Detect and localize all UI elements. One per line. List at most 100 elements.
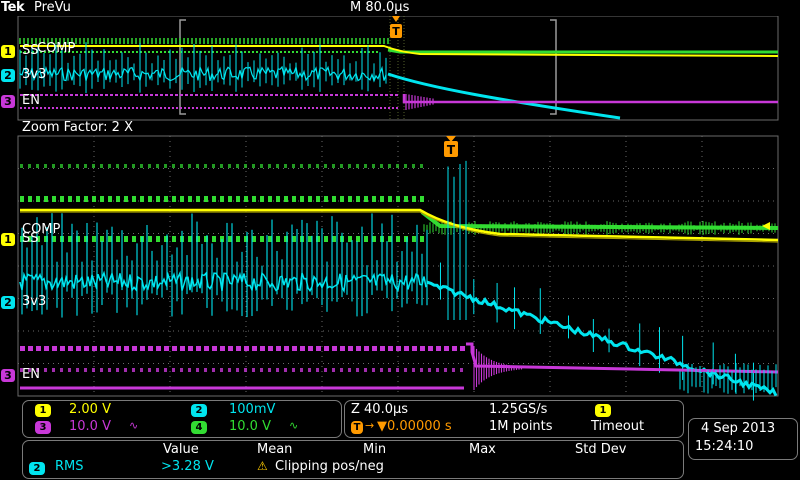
- zoom-comp-pulse-low: [132, 236, 136, 242]
- zoom-comp-pulse-top: [68, 164, 71, 168]
- zoom-en-pulse: [244, 346, 249, 351]
- zoom-comp-pulse: [116, 196, 120, 202]
- zoom-en-pulse: [60, 346, 65, 351]
- zoom-en-pulse: [196, 346, 201, 351]
- zoom-en-pulse: [124, 346, 129, 351]
- zoom-comp-pulse-low: [156, 236, 160, 242]
- zoom-comp-pulse: [420, 196, 424, 202]
- zoom-en-pulse: [84, 346, 89, 351]
- zoom-comp-pulse-low: [292, 236, 296, 242]
- zoom-en-pulse: [324, 346, 329, 351]
- zoom-en-pulse-mid: [132, 368, 135, 372]
- zoom-comp-pulse-top: [236, 164, 239, 168]
- zoom-en-pulse-mid: [292, 368, 295, 372]
- overview-comp-trace: [387, 48, 778, 54]
- zoom-comp-pulse-top: [228, 164, 231, 168]
- zoom-3v3-noise: [19, 270, 427, 294]
- zoom-en-pulse: [404, 346, 409, 351]
- zoom-comp-pulse-low: [324, 236, 328, 242]
- zoom-comp-pulse-top: [20, 164, 23, 168]
- overview-ch2-label: 3v3: [22, 67, 47, 82]
- zoom-comp-pulse-low: [420, 236, 424, 242]
- zoom-en-pulse-mid: [244, 368, 247, 372]
- overview-ch1-badge[interactable]: 1: [1, 45, 15, 58]
- zoom-ch2-badge[interactable]: 2: [1, 296, 15, 309]
- zoom-comp-pulse-top: [260, 164, 263, 168]
- zoom-comp-pulse: [140, 196, 144, 202]
- zoom-comp-pulse-low: [260, 236, 264, 242]
- zoom-en-pulse-mid: [44, 368, 47, 372]
- zoom-comp-pulse-top: [36, 164, 39, 168]
- vertical-settings-panel[interactable]: 1 2.00 V 2 100mV 3 10.0 V ∿ 4 10.0 V ∿: [22, 400, 342, 438]
- zoom-en-pulse: [236, 346, 241, 351]
- zoom-ch3-label: EN: [22, 367, 40, 382]
- zoom-ch1-badge[interactable]: 1: [1, 233, 15, 246]
- zoom-comp-pulse: [308, 196, 312, 202]
- zoom-en-pulse: [460, 346, 465, 351]
- datetime-panel[interactable]: 4 Sep 2013 15:24:10: [688, 418, 798, 460]
- zoom-en-pulse: [372, 346, 377, 351]
- zoom-comp-pulse-low: [236, 236, 240, 242]
- meas-type[interactable]: RMS: [55, 459, 84, 474]
- zoom-en-pulse: [52, 346, 57, 351]
- zoom-comp-pulse-low: [308, 236, 312, 242]
- date: 4 Sep 2013: [701, 421, 776, 436]
- zoom-comp-pulse-top: [348, 164, 351, 168]
- zoom-comp-pulse: [212, 196, 216, 202]
- zoom-comp-pulse-top: [108, 164, 111, 168]
- zoom-comp-pulse-low: [228, 236, 232, 242]
- zoom-ch3-badge[interactable]: 3: [1, 369, 15, 382]
- record-length[interactable]: 1M points: [489, 419, 553, 434]
- ch2-scale-badge: 2: [191, 404, 207, 417]
- zoom-comp-pulse-low: [348, 236, 352, 242]
- zoom-comp-pulse: [396, 196, 400, 202]
- zoom-comp-pulse-top: [252, 164, 255, 168]
- measurements-panel[interactable]: Value Mean Min Max Std Dev 2 RMS >3.28 V…: [22, 440, 684, 479]
- zoom-comp-pulse: [84, 196, 88, 202]
- overview-ch3-badge[interactable]: 3: [1, 95, 15, 108]
- zoom-comp-pulse: [60, 196, 64, 202]
- zoom-comp-pulse: [356, 196, 360, 202]
- zoom-comp-pulse: [180, 196, 184, 202]
- zoom-en-pulse: [92, 346, 97, 351]
- zoom-en-pulse-mid: [300, 368, 303, 372]
- zoom-en-pulse-mid: [140, 368, 143, 372]
- zoom-comp-pulse: [340, 196, 344, 202]
- zoom-en-pulse: [388, 346, 393, 351]
- main-timebase[interactable]: M 80.0µs: [350, 0, 409, 15]
- zoom-bracket-left: [179, 19, 186, 115]
- ch4-scale[interactable]: 10.0 V: [229, 419, 271, 434]
- trigger-position[interactable]: ▼0.00000 s: [377, 419, 452, 434]
- trigger-arrow-icon: →: [365, 419, 375, 432]
- zoom-scale[interactable]: Z 40.0µs: [351, 402, 408, 417]
- zoom-en-pulse: [116, 346, 121, 351]
- zoom-comp-pulse: [108, 196, 112, 202]
- zoom-comp-pulse: [156, 196, 160, 202]
- zoom-comp-pulse: [124, 196, 128, 202]
- overview-ch2-badge[interactable]: 2: [1, 69, 15, 82]
- warning-icon: ⚠: [257, 459, 268, 473]
- zoom-comp-pulse: [228, 196, 232, 202]
- zoom-bracket-right: [550, 19, 557, 115]
- zoom-en-pulse-mid: [268, 368, 271, 372]
- zoom-comp-pulse-top: [388, 164, 391, 168]
- zoom-en-pulse-mid: [260, 368, 263, 372]
- zoom-comp-pulse-top: [100, 164, 103, 168]
- ch1-scale[interactable]: 2.00 V: [69, 402, 111, 417]
- zoom-comp-pulse-low: [276, 236, 280, 242]
- zoom-en-pulse: [380, 346, 385, 351]
- zoom-comp-pulse-low: [124, 236, 128, 242]
- horizontal-settings-panel[interactable]: Z 40.0µs T → ▼0.00000 s 1.25GS/s 1M poin…: [344, 400, 684, 438]
- zoom-comp-pulse-low: [188, 236, 192, 242]
- zoom-en-pulse-mid: [180, 368, 183, 372]
- ch2-scale[interactable]: 100mV: [229, 402, 275, 417]
- trigger-mode[interactable]: Timeout: [591, 419, 644, 434]
- zoom-comp-pulse-top: [316, 164, 319, 168]
- ch1-scale-badge: 1: [35, 404, 51, 417]
- ch3-scale[interactable]: 10.0 V: [69, 419, 111, 434]
- zoom-comp-pulse: [372, 196, 376, 202]
- zoom-comp-pulse-top: [292, 164, 295, 168]
- zoom-comp-pulse-low: [388, 236, 392, 242]
- zoom-comp-pulse-top: [84, 164, 87, 168]
- zoom-en-pulse-mid: [52, 368, 55, 372]
